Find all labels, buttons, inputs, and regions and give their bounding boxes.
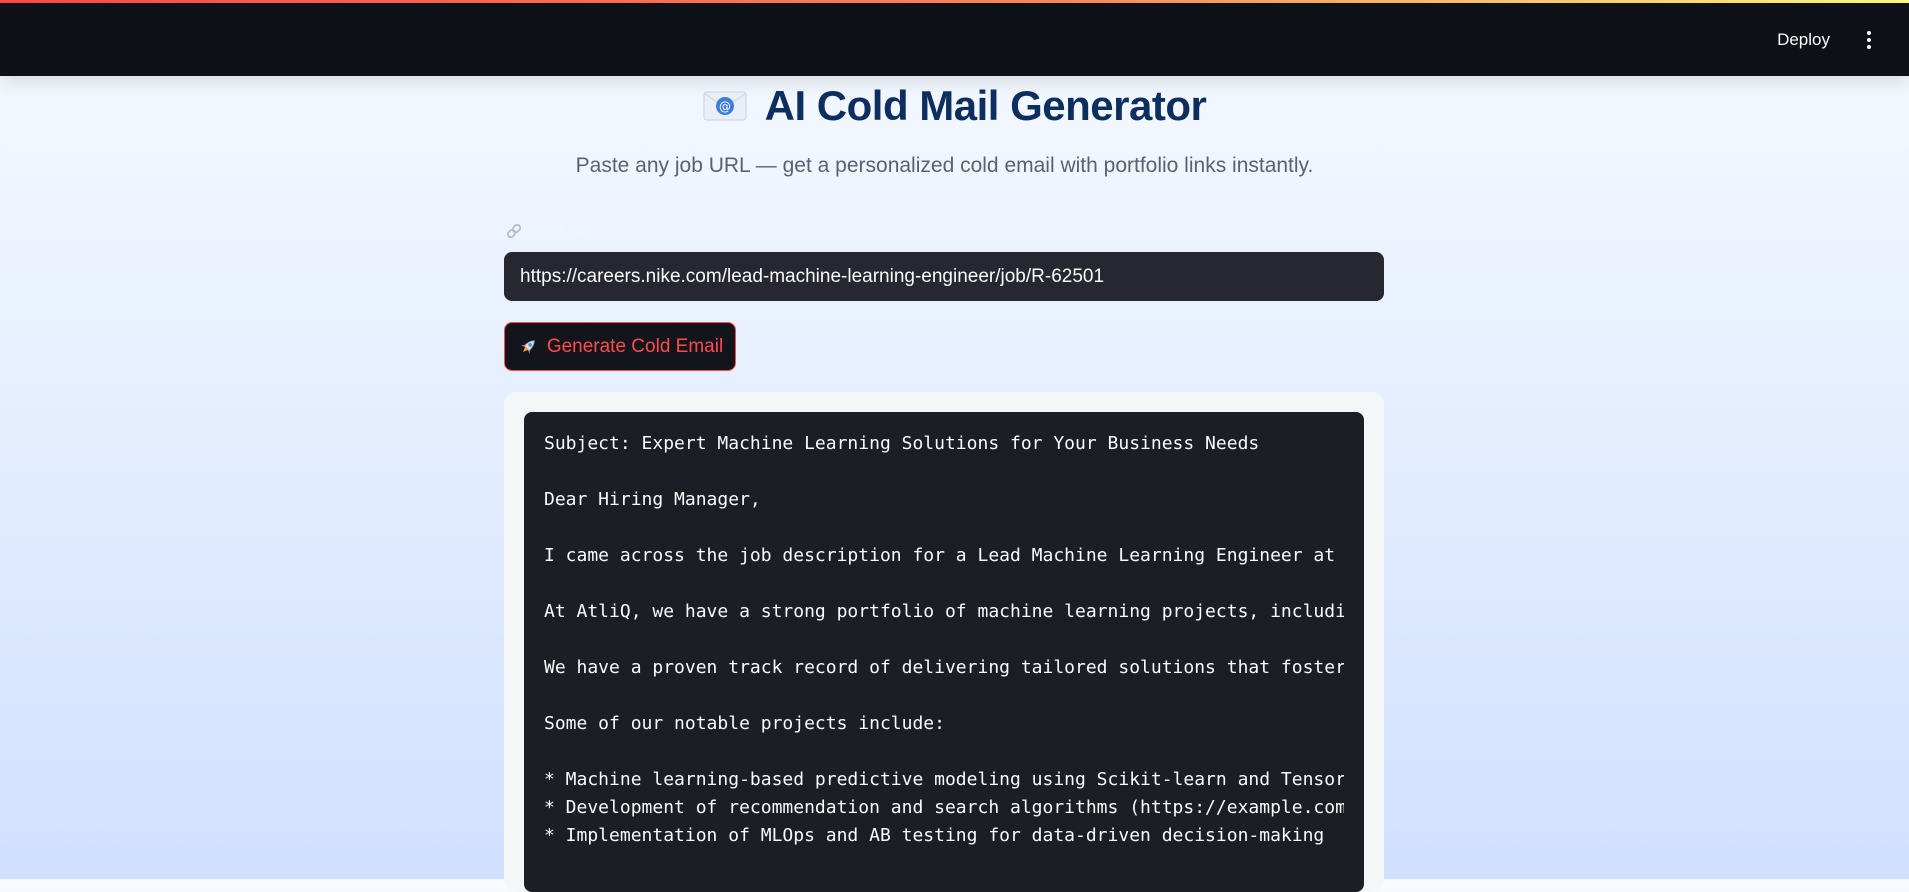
- email-line: [544, 570, 1344, 598]
- title-row: @ AI Cold Mail Generator: [0, 78, 1909, 134]
- deploy-button[interactable]: Deploy: [1767, 24, 1840, 56]
- link-icon: [506, 223, 522, 239]
- email-line: At AtliQ, we have a strong portfolio of …: [544, 601, 1344, 622]
- generate-button-label: Generate Cold Email: [546, 335, 724, 357]
- email-line: [544, 514, 1344, 542]
- email-output-card: Subject: Expert Machine Learning Solutio…: [504, 392, 1384, 892]
- url-field-label: Job URL: [531, 222, 590, 240]
- email-line: * Implementation of MLOps and AB testing…: [544, 825, 1325, 846]
- menu-dot: [1867, 30, 1871, 35]
- email-line: [544, 682, 1344, 710]
- email-line: [544, 458, 1344, 486]
- vertical-ellipsis-icon[interactable]: [1854, 20, 1884, 60]
- generate-cold-email-button[interactable]: Generate Cold Email: [504, 322, 736, 371]
- menu-dot: [1867, 37, 1871, 42]
- url-field-label-row: Job URL: [505, 220, 589, 242]
- email-line: * Development of recommendation and sear…: [544, 797, 1344, 818]
- menu-dot: [1867, 44, 1871, 49]
- email-line: [544, 738, 1344, 766]
- email-line: * Machine learning-based predictive mode…: [544, 769, 1344, 790]
- email-code-block[interactable]: Subject: Expert Machine Learning Solutio…: [524, 412, 1364, 892]
- email-line: Subject: Expert Machine Learning Solutio…: [544, 433, 1260, 454]
- email-line: I came across the job description for a …: [544, 545, 1344, 566]
- job-url-input[interactable]: [504, 252, 1384, 301]
- email-line: [544, 626, 1344, 654]
- email-line: Some of our notable projects include:: [544, 713, 945, 734]
- email-line: Dear Hiring Manager,: [544, 489, 761, 510]
- page-title: AI Cold Mail Generator: [764, 82, 1207, 129]
- page-subtitle: Paste any job URL — get a personalized c…: [575, 154, 1314, 177]
- svg-text:@: @: [719, 100, 731, 114]
- email-line: We have a proven track record of deliver…: [544, 657, 1344, 678]
- rocket-icon: [520, 339, 535, 354]
- app-header: Deploy: [0, 3, 1909, 76]
- envelope-icon: @: [703, 90, 747, 122]
